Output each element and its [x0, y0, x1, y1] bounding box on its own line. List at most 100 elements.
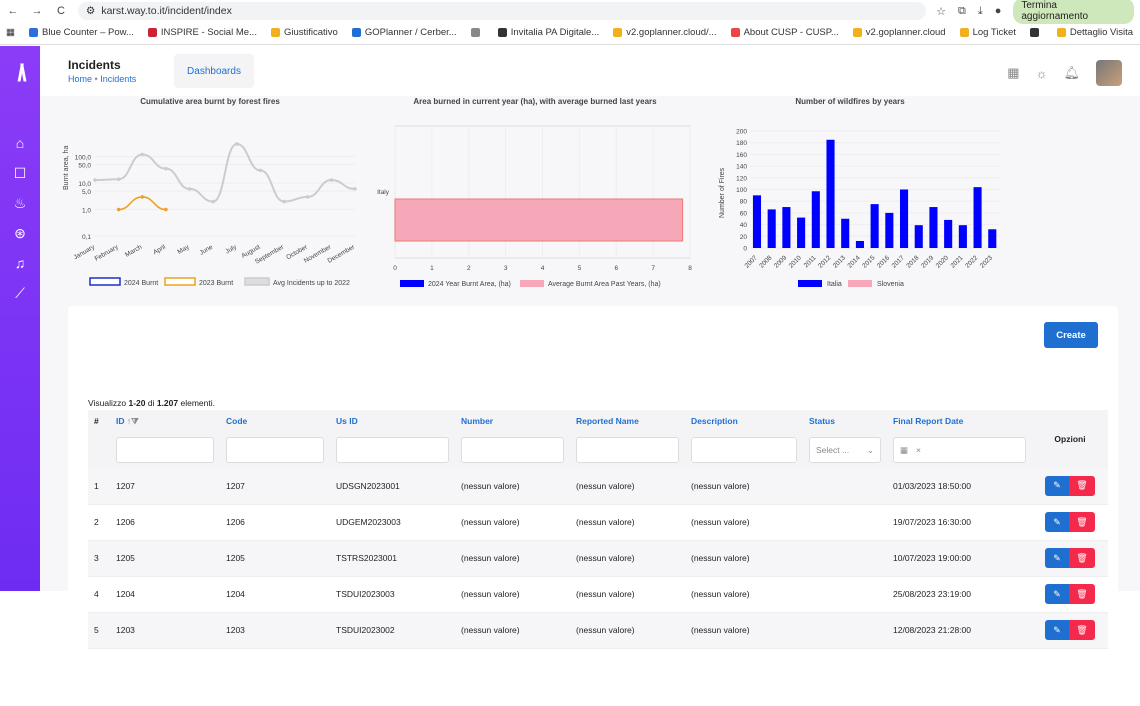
bookmark-item[interactable]: About CUSP - CUSP... [731, 27, 839, 38]
edit-icon[interactable]: ✎ [1045, 620, 1069, 640]
download-icon[interactable]: ⤓ [978, 5, 983, 18]
edit-icon[interactable]: ✎ [1045, 476, 1069, 496]
filter-usid-input[interactable] [336, 437, 449, 463]
chart2-bar [395, 199, 683, 241]
col-usid[interactable]: Us ID [330, 410, 455, 432]
chart3-ytick: 160 [736, 152, 747, 159]
extensions-icon[interactable]: ⧉ [958, 5, 966, 18]
update-button[interactable]: Termina aggiornamento [1013, 0, 1134, 24]
cell-actions: ✎🗑︎ [1032, 540, 1108, 576]
chart1-ylabel: Burnt area, ha [63, 146, 70, 190]
chart1-legend-swatch [165, 278, 195, 285]
delete-icon[interactable]: 🗑︎ [1069, 512, 1095, 532]
chart-icon[interactable]: ⟋ [0, 278, 40, 308]
summary-total: 1.207 [157, 398, 178, 408]
filter-desc-input[interactable] [691, 437, 797, 463]
edit-icon[interactable]: ✎ [1045, 512, 1069, 532]
cell-usid: TSDUI2023003 [330, 576, 455, 612]
chart3-ytick: 60 [740, 210, 748, 217]
delete-icon[interactable]: 🗑︎ [1069, 584, 1095, 604]
bookmark-item[interactable]: Log Ticket [960, 27, 1016, 38]
star-icon[interactable]: ☆ [936, 5, 946, 18]
breadcrumb: Home • Incidents [68, 74, 136, 84]
bookmark-item[interactable]: Giustificativo [271, 27, 338, 38]
chart3-xtick: 2007 [744, 254, 759, 269]
cell-rname: (nessun valore) [570, 612, 685, 648]
chart3-bar [856, 241, 864, 248]
fire-icon[interactable]: ♨ [0, 188, 40, 218]
apps-icon[interactable]: ▦ [6, 27, 15, 38]
site-info-icon[interactable]: ⚙ [86, 5, 95, 17]
table-row[interactable]: 312051205TSTRS2023001(nessun valore)(nes… [88, 540, 1108, 576]
table-body: 112071207UDSGN2023001(nessun valore)(nes… [88, 468, 1108, 648]
lifebuoy-icon[interactable]: ⊛ [0, 218, 40, 248]
table-header-row: # ID ↑⧩ Code Us ID Number Reported Name … [88, 410, 1108, 432]
table-row[interactable]: 112071207UDSGN2023001(nessun valore)(nes… [88, 468, 1108, 504]
bookmark-icon [1030, 28, 1039, 37]
back-icon[interactable]: ← [6, 5, 20, 17]
col-code[interactable]: Code [220, 410, 330, 432]
chart1-title: Cumulative area burnt by forest fires [140, 97, 280, 106]
summary-range: 1-20 [128, 398, 145, 408]
chart3-bar [753, 195, 761, 248]
forward-icon[interactable]: → [30, 5, 44, 17]
filter-number-input[interactable] [461, 437, 564, 463]
table-row[interactable]: 412041204TSDUI2023003(nessun valore)(nes… [88, 576, 1108, 612]
chart3-xtick: 2014 [847, 254, 862, 269]
delete-icon[interactable]: 🗑︎ [1069, 476, 1095, 496]
filter-rname-input[interactable] [576, 437, 679, 463]
cell-status [803, 468, 887, 504]
calendar-icon[interactable]: ▦ [900, 445, 908, 456]
delete-icon[interactable]: 🗑︎ [1069, 620, 1095, 640]
chart1-series-line [119, 197, 166, 210]
reload-icon[interactable]: C [54, 5, 68, 17]
col-reported-name[interactable]: Reported Name [570, 410, 685, 432]
table-row[interactable]: 512031203TSDUI2023002(nessun valore)(nes… [88, 612, 1108, 648]
col-status[interactable]: Status [803, 410, 887, 432]
col-final-report-date[interactable]: Final Report Date [887, 410, 1032, 432]
table-row[interactable]: 212061206UDGEM2023003(nessun valore)(nes… [88, 504, 1108, 540]
avatar[interactable] [1096, 60, 1122, 86]
bookmark-item[interactable]: v2.goplanner.cloud [853, 27, 946, 38]
cell-rname: (nessun valore) [570, 540, 685, 576]
chart3-bar [841, 219, 849, 248]
status-select[interactable]: Select ...⌄ [809, 437, 881, 463]
chat-icon[interactable]: ☐ [0, 158, 40, 188]
dashboards-button[interactable]: Dashboards [174, 54, 254, 88]
col-numberval[interactable]: Number [455, 410, 570, 432]
sun-icon[interactable]: ☼ [1036, 66, 1048, 81]
col-description[interactable]: Description [685, 410, 803, 432]
bookmark-item[interactable] [1030, 28, 1043, 37]
filter-code-input[interactable] [226, 437, 324, 463]
bookmark-item[interactable]: Invitalia PA Digitale... [498, 27, 600, 38]
edit-icon[interactable]: ✎ [1045, 584, 1069, 604]
chart1-series-line [95, 144, 355, 202]
cell-rname: (nessun valore) [570, 468, 685, 504]
chart3-ytick: 140 [736, 164, 747, 171]
edit-icon[interactable]: ✎ [1045, 548, 1069, 568]
bookmark-item[interactable]: v2.goplanner.cloud/... [613, 27, 716, 38]
cell-status [803, 540, 887, 576]
chart3-bar [900, 190, 908, 249]
bookmark-item[interactable]: Dettaglio Visita [1057, 27, 1133, 38]
filter-id-input[interactable] [116, 437, 214, 463]
breadcrumb-home[interactable]: Home [68, 74, 92, 84]
clear-icon[interactable]: × [916, 445, 921, 455]
profile-icon[interactable]: ● [995, 5, 1002, 17]
bookmark-item[interactable]: INSPIRE - Social Me... [148, 27, 257, 38]
home-icon[interactable]: ⌂ [0, 128, 40, 158]
address-bar[interactable]: ⚙ karst.way.to.it/incident/index [78, 2, 926, 20]
delete-icon[interactable]: 🗑︎ [1069, 548, 1095, 568]
bookmark-item[interactable]: GOPlanner / Cerber... [352, 27, 457, 38]
bookmark-item[interactable] [471, 28, 484, 37]
col-id[interactable]: ID ↑⧩ [110, 410, 220, 432]
grid-icon[interactable]: ▦ [1007, 65, 1019, 81]
sort-icon[interactable]: ↑⧩ [127, 416, 139, 426]
cell-date: 10/07/2023 19:00:00 [887, 540, 1032, 576]
chart3-xtick: 2009 [773, 254, 788, 269]
create-button[interactable]: Create [1044, 322, 1098, 348]
bookmark-item[interactable]: Blue Counter – Pow... [29, 27, 134, 38]
bell-icon[interactable]: ♫ [0, 248, 40, 278]
notification-icon[interactable]: 🔔︎ [1063, 65, 1080, 81]
date-filter[interactable]: ▦× [893, 437, 1026, 463]
